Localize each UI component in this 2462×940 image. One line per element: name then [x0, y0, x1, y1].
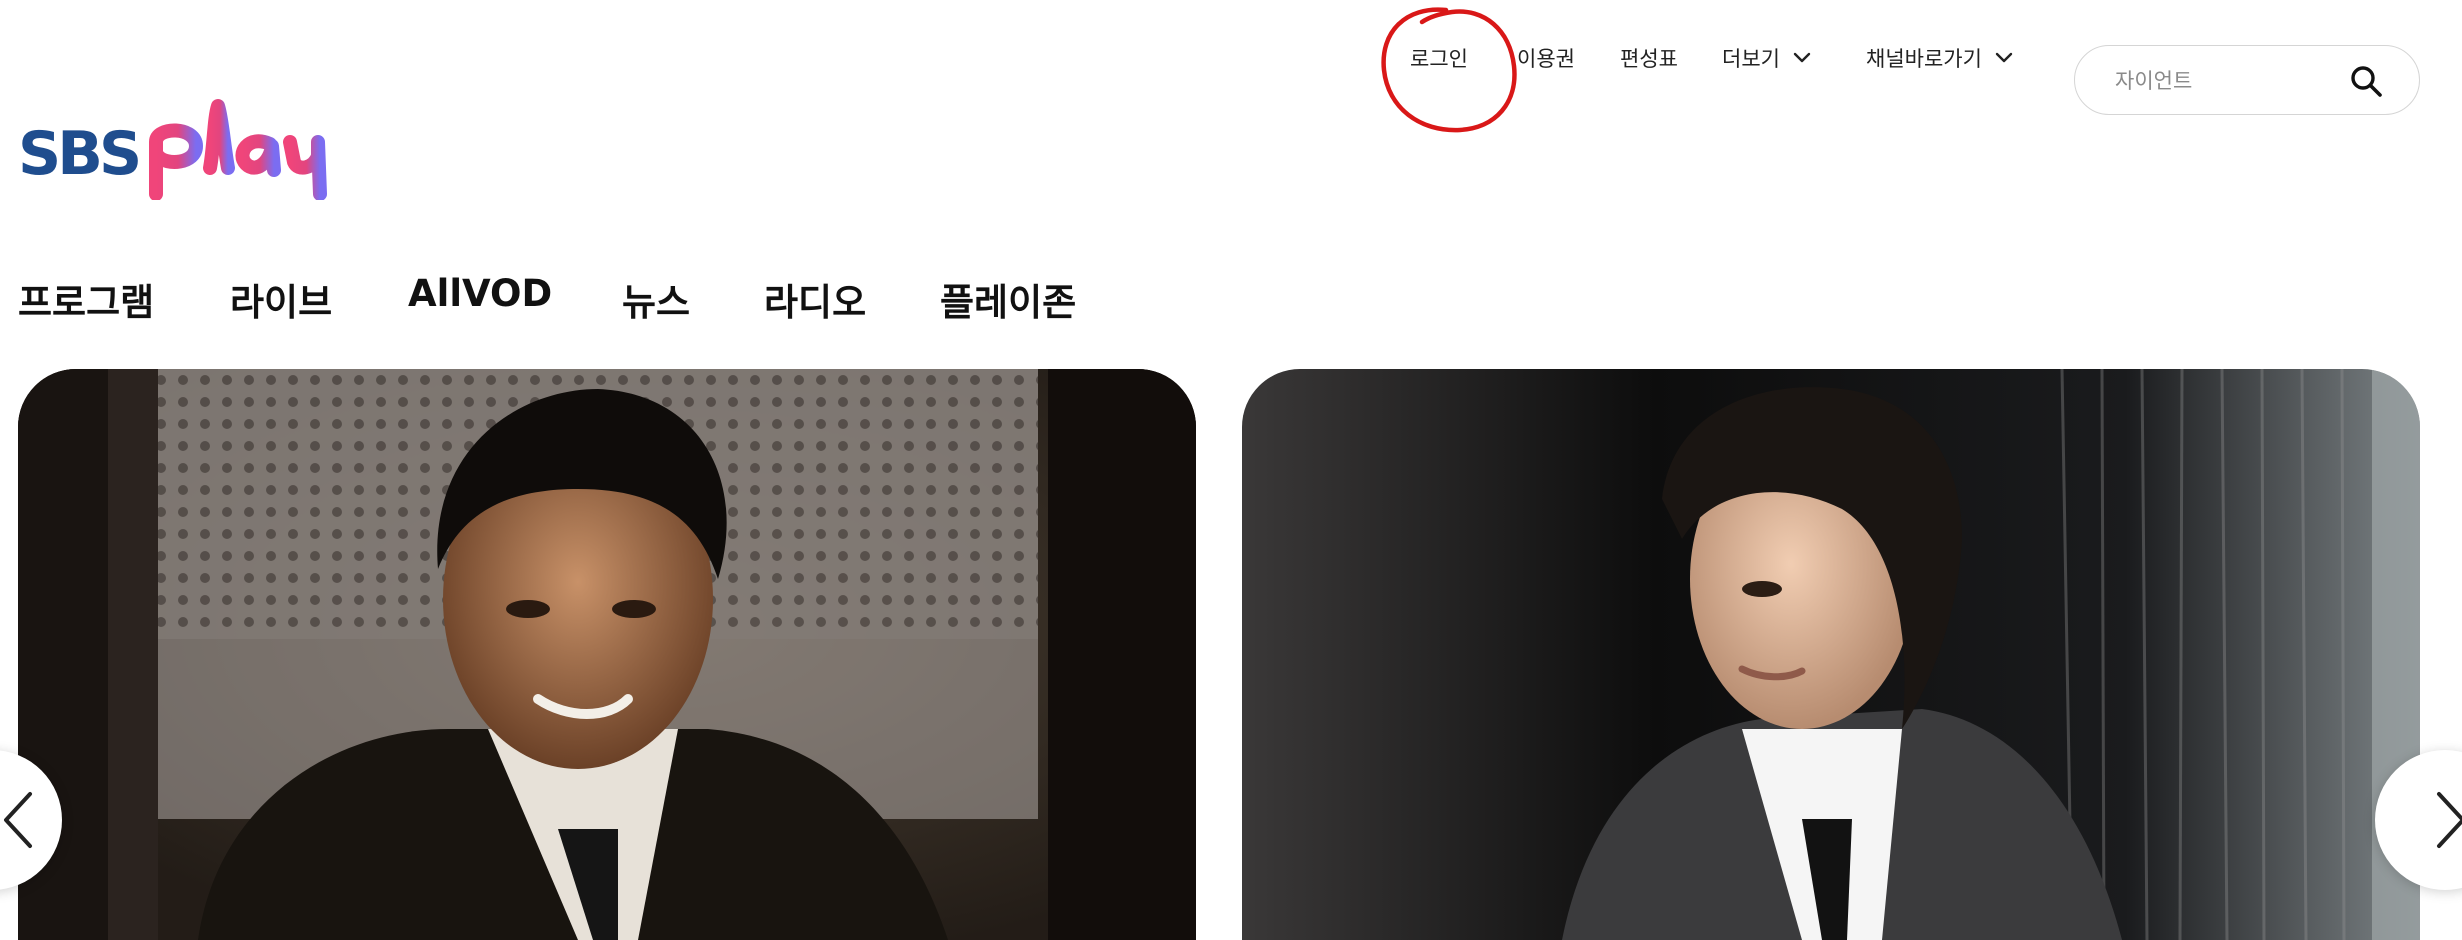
pass-link[interactable]: 이용권 [1517, 43, 1575, 73]
nav-allvod[interactable]: AllVOD [408, 272, 552, 315]
schedule-link[interactable]: 편성표 [1620, 43, 1678, 73]
sbs-play-logo[interactable]: SBS [18, 96, 370, 201]
search-box [2074, 45, 2420, 115]
drama-still-image [1242, 369, 2420, 940]
carousel-card[interactable] [1242, 369, 2420, 940]
nav-playzone[interactable]: 플레이존 [940, 272, 1076, 326]
login-link[interactable]: 로그인 [1410, 43, 1468, 73]
chevron-left-icon [4, 792, 32, 848]
chevron-down-icon [1995, 52, 2013, 63]
drama-still-image [18, 369, 1196, 940]
channel-shortcut-dropdown[interactable]: 채널바로가기 [1866, 43, 2014, 73]
carousel-card[interactable] [18, 369, 1196, 940]
svg-text:SBS: SBS [18, 119, 138, 189]
more-label: 더보기 [1722, 47, 1780, 71]
nav-live[interactable]: 라이브 [230, 272, 332, 326]
search-input[interactable] [2115, 64, 2335, 98]
sbs-play-page: SBS 로그인 이용권 편성표 더보기 채널바로가기 자이언트 프로그램 라이브… [0, 0, 2462, 940]
nav-news[interactable]: 뉴스 [622, 272, 690, 326]
more-dropdown[interactable]: 더보기 [1722, 43, 1812, 73]
search-icon[interactable] [2349, 64, 2383, 98]
nav-radio[interactable]: 라디오 [764, 272, 866, 326]
nav-programs[interactable]: 프로그램 [18, 272, 154, 326]
chevron-right-icon [2437, 792, 2462, 848]
chevron-down-icon [1793, 52, 1811, 63]
channel-shortcut-label: 채널바로가기 [1866, 47, 1982, 71]
